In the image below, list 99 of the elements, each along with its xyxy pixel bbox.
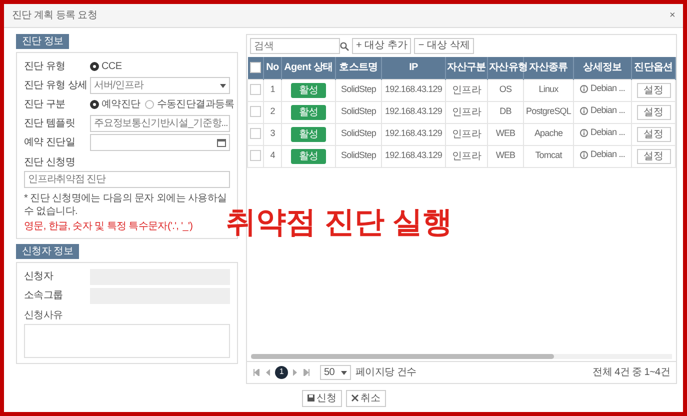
field-value: 인프라취약점 진단: [28, 172, 106, 186]
search-icon: [340, 42, 349, 50]
toolbar-button[interactable]: − 대상 삭제: [414, 38, 474, 54]
previous-page-icon[interactable]: [265, 369, 270, 376]
text-field[interactable]: 인프라취약점 진단: [24, 170, 230, 188]
date-field[interactable]: [90, 134, 230, 151]
field-label: 진단 유형 상세: [24, 79, 88, 92]
radio-label: 예약진단: [102, 98, 140, 111]
row-checkbox[interactable]: [250, 106, 261, 118]
table-cell: OS: [488, 79, 524, 101]
caret-icon: [340, 370, 347, 374]
field-label: 진단 신청명: [24, 156, 76, 168]
table-cell: SolidStep: [336, 145, 382, 167]
settings-button[interactable]: 설정: [636, 82, 670, 98]
caret-icon: [220, 84, 226, 88]
page-size-select[interactable]: 50: [320, 365, 351, 380]
table-cell: 1: [264, 79, 282, 101]
table-cell: 192.168.43.129: [382, 123, 446, 145]
section-header: 진단 정보: [16, 34, 70, 49]
settings-button[interactable]: 설정: [636, 126, 670, 142]
column-header: 진단옵션: [632, 57, 676, 79]
table-cell: WEB: [488, 123, 524, 145]
table-cell: WEB: [488, 145, 524, 167]
table-cell: 192.168.43.129: [382, 101, 446, 123]
table-cell: SolidStep: [336, 101, 382, 123]
table-cell: 4: [264, 145, 282, 167]
field-label: 진단 템플릿: [24, 117, 76, 130]
field-label: 진단 유형: [24, 60, 66, 73]
table-cell: 192.168.43.129: [382, 79, 446, 101]
next-page-icon[interactable]: [293, 369, 298, 376]
hint-text: * 진단 신청명에는 다음의 문자 외에는 사용하실 수 없습니다.: [24, 192, 227, 218]
table-cell: Linux: [524, 79, 574, 101]
submit-button[interactable]: 신청: [302, 390, 342, 406]
toolbar-button[interactable]: + 대상 추가: [352, 38, 412, 54]
radio-label: 수동진단결과등록: [156, 98, 234, 111]
column-header: 상세정보: [574, 57, 632, 79]
radio-button[interactable]: [145, 100, 154, 109]
info-icon: [580, 151, 588, 160]
record-count: 전체 4건 중 1~4건: [592, 366, 670, 379]
row-checkbox[interactable]: [250, 128, 261, 140]
info-icon: [580, 85, 588, 94]
radio-label: CCE: [102, 60, 122, 73]
table-cell: 2: [264, 101, 282, 123]
table-cell: 3: [264, 123, 282, 145]
select-field[interactable]: 주요정보통신기반시설_기준항...: [90, 115, 230, 132]
table-cell: 인프라: [446, 145, 488, 167]
close-icon: [350, 394, 358, 402]
reason-textarea[interactable]: [24, 324, 230, 358]
annotation-text: 취약점 진단 실행: [226, 208, 453, 238]
column-header: IP: [382, 57, 446, 79]
warning-text: 영문, 한글, 숫자 및 특정 특수문자('.', '_'): [24, 220, 194, 233]
column-header: No: [264, 57, 282, 79]
search-field[interactable]: 검색: [250, 38, 340, 54]
table-cell: DB: [488, 101, 524, 123]
save-icon: [306, 394, 314, 402]
last-page-icon[interactable]: [303, 369, 310, 376]
field-label: 소속그룹: [24, 289, 64, 302]
radio-button[interactable]: [90, 62, 99, 71]
status-badge: 활성: [290, 148, 326, 164]
page-size-label: 페이지당 건수: [356, 366, 416, 379]
table-cell: 인프라: [446, 79, 488, 101]
table-cell: SolidStep: [336, 123, 382, 145]
scrollbar-thumb[interactable]: [251, 354, 554, 359]
select-value: 50: [324, 366, 335, 379]
close-button[interactable]: ×: [669, 9, 675, 22]
field-label: 신청사유: [24, 308, 64, 322]
column-header: 자산구분: [446, 57, 488, 79]
select-field[interactable]: 서버/인프라: [90, 77, 230, 94]
first-page-icon[interactable]: [253, 369, 260, 376]
page-number[interactable]: 1: [275, 366, 288, 379]
settings-button[interactable]: 설정: [636, 148, 670, 164]
status-badge: 활성: [290, 126, 326, 142]
window-title: 진단 계획 등록 요청: [12, 9, 98, 22]
table-cell: 인프라: [446, 101, 488, 123]
field-label: 예약 진단일: [24, 136, 76, 149]
section-header: 신청자 정보: [16, 244, 79, 259]
field-label: 진단 구분: [24, 98, 66, 111]
info-icon: [580, 107, 588, 116]
select-value: 주요정보통신기반시설_기준항...: [94, 117, 228, 130]
field-label: 신청자: [24, 270, 54, 283]
status-badge: 활성: [290, 104, 326, 120]
table-cell: Tomcat: [524, 145, 574, 167]
status-badge: 활성: [290, 82, 326, 98]
cancel-button[interactable]: 취소: [346, 390, 386, 406]
settings-button[interactable]: 설정: [636, 104, 670, 120]
calendar-icon: [217, 138, 226, 147]
table-cell: PostgreSQL: [524, 101, 574, 123]
table-cell: SolidStep: [336, 79, 382, 101]
table-cell: 192.168.43.129: [382, 145, 446, 167]
row-checkbox[interactable]: [250, 84, 261, 96]
radio-button[interactable]: [90, 100, 99, 109]
select-value: 서버/인프라: [94, 79, 144, 92]
table-cell: Apache: [524, 123, 574, 145]
column-header: Agent 상태: [282, 57, 336, 79]
table-cell: 인프라: [446, 123, 488, 145]
info-icon: [580, 129, 588, 138]
column-header: 호스트명: [336, 57, 382, 79]
row-checkbox[interactable]: [250, 150, 261, 162]
select-all-checkbox[interactable]: [250, 62, 261, 74]
